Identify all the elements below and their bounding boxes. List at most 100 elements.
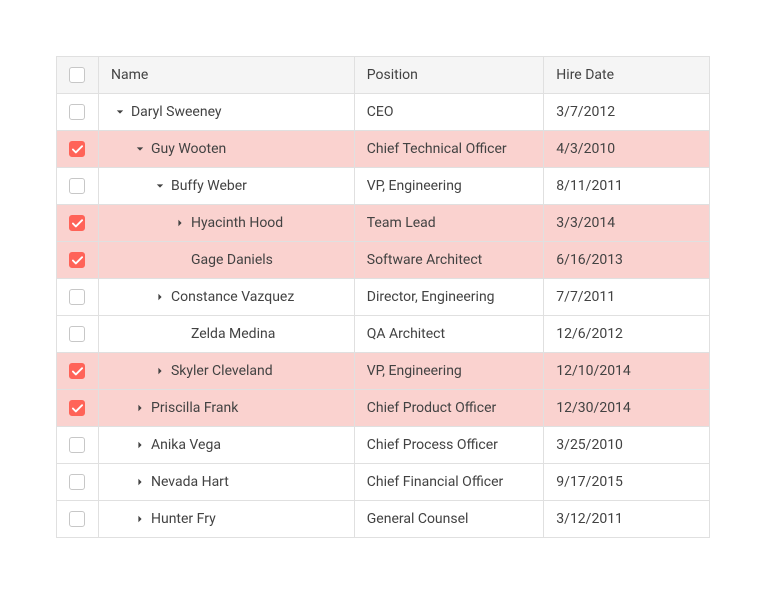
hire-date-cell: 4/3/2010 [544, 131, 710, 168]
row-checkbox[interactable] [69, 511, 85, 527]
position-cell: Software Architect [354, 242, 544, 279]
position-cell: Director, Engineering [354, 279, 544, 316]
position-cell: VP, Engineering [354, 353, 544, 390]
expand-icon[interactable] [155, 292, 165, 302]
table-row[interactable]: Gage Daniels Software Architect6/16/2013 [57, 242, 710, 279]
position-cell: General Counsel [354, 501, 544, 538]
hire-date-cell: 12/30/2014 [544, 390, 710, 427]
name-cell: Priscilla Frank [98, 390, 354, 427]
hire-date-cell: 3/7/2012 [544, 94, 710, 131]
hire-date-cell: 3/25/2010 [544, 427, 710, 464]
expand-icon[interactable] [135, 440, 145, 450]
employee-name: Hunter Fry [151, 511, 216, 527]
employee-name: Nevada Hart [151, 474, 229, 490]
row-checkbox[interactable] [69, 474, 85, 490]
position-cell: QA Architect [354, 316, 544, 353]
row-checkbox-cell [57, 316, 99, 353]
position-cell: Chief Product Officer [354, 390, 544, 427]
table-row[interactable]: Nevada Hart Chief Financial Officer9/17/2… [57, 464, 710, 501]
collapse-icon[interactable] [115, 107, 125, 117]
row-checkbox-cell [57, 353, 99, 390]
row-checkbox-cell [57, 168, 99, 205]
name-cell: Nevada Hart [98, 464, 354, 501]
name-cell: Buffy Weber [98, 168, 354, 205]
row-checkbox[interactable] [69, 104, 85, 120]
table-row[interactable]: Zelda Medina QA Architect12/6/2012 [57, 316, 710, 353]
row-checkbox-cell [57, 279, 99, 316]
row-checkbox-cell [57, 427, 99, 464]
collapse-icon[interactable] [155, 181, 165, 191]
expand-icon[interactable] [175, 218, 185, 228]
header-row: Name Position Hire Date [57, 57, 710, 94]
table-row[interactable]: Daryl SweeneyCEO3/7/2012 [57, 94, 710, 131]
expand-icon[interactable] [135, 403, 145, 413]
row-checkbox-cell [57, 205, 99, 242]
table-row[interactable]: Guy Wooten Chief Technical Officer4/3/201… [57, 131, 710, 168]
select-all-checkbox[interactable] [69, 67, 85, 83]
table-row[interactable]: Constance Vazquez Director, Engineering7/… [57, 279, 710, 316]
row-checkbox[interactable] [69, 289, 85, 305]
hire-date-cell: 9/17/2015 [544, 464, 710, 501]
collapse-icon[interactable] [135, 144, 145, 154]
tree-list-table: Name Position Hire Date Daryl SweeneyCEO… [56, 56, 710, 538]
expand-icon[interactable] [135, 514, 145, 524]
employee-name: Zelda Medina [191, 326, 275, 342]
expand-icon[interactable] [155, 366, 165, 376]
row-checkbox-cell [57, 464, 99, 501]
row-checkbox[interactable] [69, 437, 85, 453]
employee-name: Guy Wooten [151, 141, 226, 157]
table-row[interactable]: Anika Vega Chief Process Officer3/25/2010 [57, 427, 710, 464]
employee-name: Constance Vazquez [171, 289, 294, 305]
name-cell: Gage Daniels [98, 242, 354, 279]
row-checkbox-cell [57, 131, 99, 168]
hire-date-cell: 12/6/2012 [544, 316, 710, 353]
row-checkbox[interactable] [69, 215, 85, 231]
header-checkbox-cell [57, 57, 99, 94]
hire-date-cell: 3/12/2011 [544, 501, 710, 538]
row-checkbox-cell [57, 242, 99, 279]
employee-name: Gage Daniels [191, 252, 273, 268]
employee-name: Anika Vega [151, 437, 221, 453]
position-cell: Team Lead [354, 205, 544, 242]
name-cell: Zelda Medina [98, 316, 354, 353]
employee-name: Hyacinth Hood [191, 215, 283, 231]
position-cell: Chief Process Officer [354, 427, 544, 464]
header-position[interactable]: Position [354, 57, 544, 94]
row-checkbox[interactable] [69, 141, 85, 157]
table-row[interactable]: Buffy Weber VP, Engineering8/11/2011 [57, 168, 710, 205]
header-name[interactable]: Name [98, 57, 354, 94]
row-checkbox-cell [57, 501, 99, 538]
name-cell: Hunter Fry [98, 501, 354, 538]
row-checkbox[interactable] [69, 178, 85, 194]
position-cell: Chief Technical Officer [354, 131, 544, 168]
name-cell: Daryl Sweeney [98, 94, 354, 131]
row-checkbox-cell [57, 94, 99, 131]
position-cell: VP, Engineering [354, 168, 544, 205]
header-hire[interactable]: Hire Date [544, 57, 710, 94]
position-cell: CEO [354, 94, 544, 131]
employee-name: Priscilla Frank [151, 400, 238, 416]
name-cell: Constance Vazquez [98, 279, 354, 316]
table-row[interactable]: Hunter Fry General Counsel3/12/2011 [57, 501, 710, 538]
position-cell: Chief Financial Officer [354, 464, 544, 501]
hire-date-cell: 6/16/2013 [544, 242, 710, 279]
name-cell: Skyler Cleveland [98, 353, 354, 390]
expand-icon[interactable] [135, 477, 145, 487]
name-cell: Anika Vega [98, 427, 354, 464]
hire-date-cell: 7/7/2011 [544, 279, 710, 316]
table-row[interactable]: Priscilla Frank Chief Product Officer12/3… [57, 390, 710, 427]
row-checkbox[interactable] [69, 400, 85, 416]
name-cell: Guy Wooten [98, 131, 354, 168]
name-cell: Hyacinth Hood [98, 205, 354, 242]
employee-name: Skyler Cleveland [171, 363, 273, 379]
hire-date-cell: 8/11/2011 [544, 168, 710, 205]
table-row[interactable]: Hyacinth Hood Team Lead3/3/2014 [57, 205, 710, 242]
row-checkbox[interactable] [69, 326, 85, 342]
hire-date-cell: 3/3/2014 [544, 205, 710, 242]
table-body: Daryl SweeneyCEO3/7/2012 Guy Wooten Chief … [57, 94, 710, 538]
employee-name: Buffy Weber [171, 178, 247, 194]
row-checkbox[interactable] [69, 363, 85, 379]
hire-date-cell: 12/10/2014 [544, 353, 710, 390]
row-checkbox[interactable] [69, 252, 85, 268]
table-row[interactable]: Skyler Cleveland VP, Engineering12/10/201… [57, 353, 710, 390]
